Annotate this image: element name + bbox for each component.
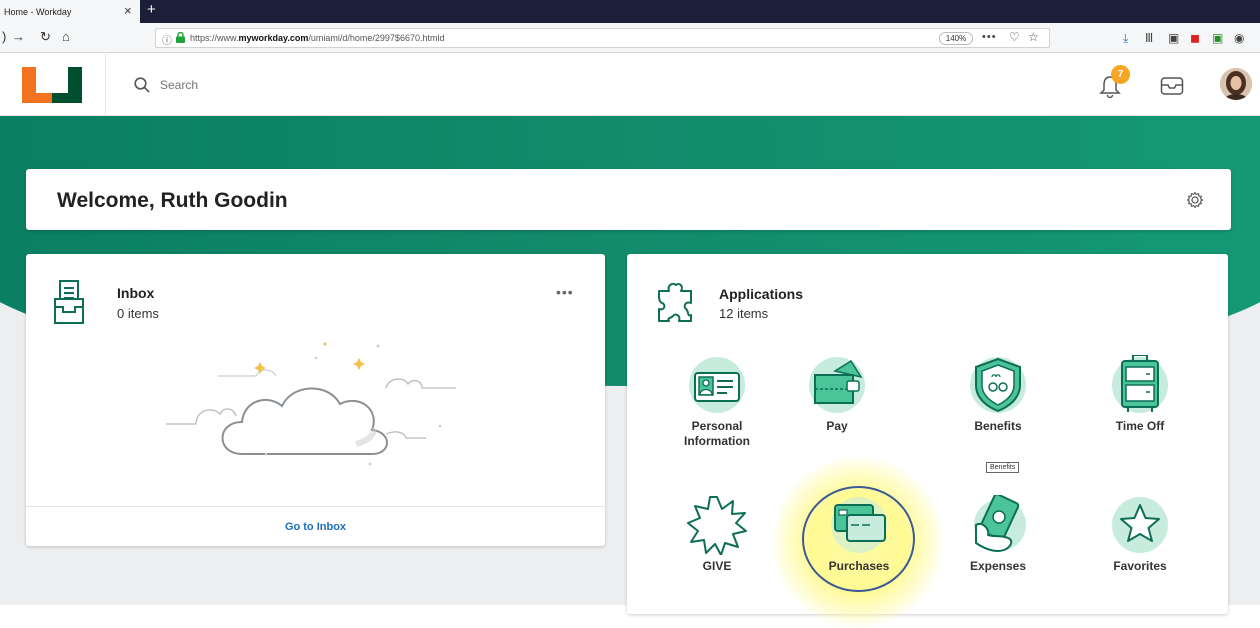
header-divider — [105, 54, 106, 116]
zoom-indicator[interactable]: 140% — [939, 32, 973, 45]
info-icon[interactable]: ⓘ — [162, 32, 172, 47]
pdf-icon[interactable]: ◼ — [1190, 31, 1200, 45]
inbox-title: Inbox — [117, 285, 155, 301]
browser-tab-bar: Home - Workday × + — [0, 0, 1260, 23]
welcome-title: Welcome, Ruth Goodin — [57, 189, 288, 212]
search-icon[interactable] — [134, 77, 150, 93]
puzzle-piece-icon — [658, 282, 692, 322]
account-icon[interactable]: ◉ — [1234, 31, 1244, 45]
page-actions-icon[interactable]: ••• — [982, 31, 997, 43]
reload-icon[interactable]: ↻ — [40, 29, 51, 45]
app-label: Benefits — [974, 419, 1022, 433]
inbox-more-menu[interactable]: ••• — [556, 284, 574, 300]
tab-title: Home - Workday — [4, 7, 72, 17]
notification-count-badge: 7 — [1111, 65, 1130, 84]
personal-information-icon — [689, 357, 745, 413]
app-label: Pay — [826, 419, 848, 433]
applications-title: Applications — [719, 286, 804, 302]
inbox-footer: Go to Inbox — [26, 506, 605, 546]
home-icon[interactable]: ⌂ — [62, 29, 70, 44]
inbox-icon — [54, 280, 84, 324]
app-label: Time Off — [1115, 419, 1165, 433]
library-icon[interactable]: Ⅲ — [1145, 31, 1153, 45]
university-logo[interactable] — [22, 67, 82, 103]
app-header: 7 — [0, 54, 1260, 116]
applications-count: 12 items — [719, 306, 769, 321]
forward-icon[interactable]: → — [12, 29, 25, 44]
benefits-tooltip: Benefits — [986, 462, 1020, 473]
downloads-icon[interactable]: ⤓ — [1123, 31, 1128, 46]
back-icon[interactable]: ) — [2, 29, 6, 44]
inbox-count: 0 items — [117, 306, 159, 321]
app-label: GIVE — [702, 559, 732, 573]
url-text: https://www.myworkday.com/umiami/d/home/… — [190, 33, 445, 43]
welcome-card: Welcome, Ruth Goodin — [26, 169, 1231, 230]
browser-tab[interactable]: Home - Workday × — [0, 0, 140, 23]
app-label: Personal Information — [684, 419, 750, 448]
new-tab-button[interactable]: + — [147, 1, 156, 18]
user-avatar[interactable] — [1220, 68, 1252, 100]
gear-icon[interactable] — [1186, 191, 1204, 209]
address-bar[interactable]: ⓘ https://www.myworkday.com/umiami/d/hom… — [155, 28, 1050, 48]
shield-icon — [970, 357, 1026, 413]
tab-close-icon[interactable]: × — [124, 3, 132, 18]
suitcase-icon — [1112, 355, 1168, 413]
sidebar-icon[interactable]: ▣ — [1168, 31, 1179, 45]
app-label: Favorites — [1113, 559, 1167, 573]
lock-icon — [176, 32, 185, 43]
purchases-highlight-ring — [802, 486, 915, 592]
app-label: Expenses — [969, 559, 1027, 573]
starburst-icon — [687, 496, 747, 555]
inbox-card: Inbox 0 items ••• Go to Inbox — [26, 254, 605, 546]
wallet-icon — [809, 357, 865, 413]
inbox-tray-icon[interactable] — [1160, 76, 1184, 96]
search-input[interactable] — [160, 76, 560, 94]
star-icon — [1112, 497, 1168, 553]
empty-inbox-cloud-illustration — [166, 342, 456, 466]
bookmark-star-icon[interactable]: ☆ — [1028, 30, 1039, 44]
browser-nav-bar: ) → ↻ ⌂ ⓘ https://www.myworkday.com/umia… — [0, 23, 1260, 53]
go-to-inbox-link[interactable]: Go to Inbox — [26, 521, 605, 533]
pocket-icon[interactable]: ♡ — [1009, 30, 1020, 44]
money-hand-icon — [974, 495, 1026, 552]
extension-icon[interactable]: ▣ — [1212, 31, 1223, 45]
